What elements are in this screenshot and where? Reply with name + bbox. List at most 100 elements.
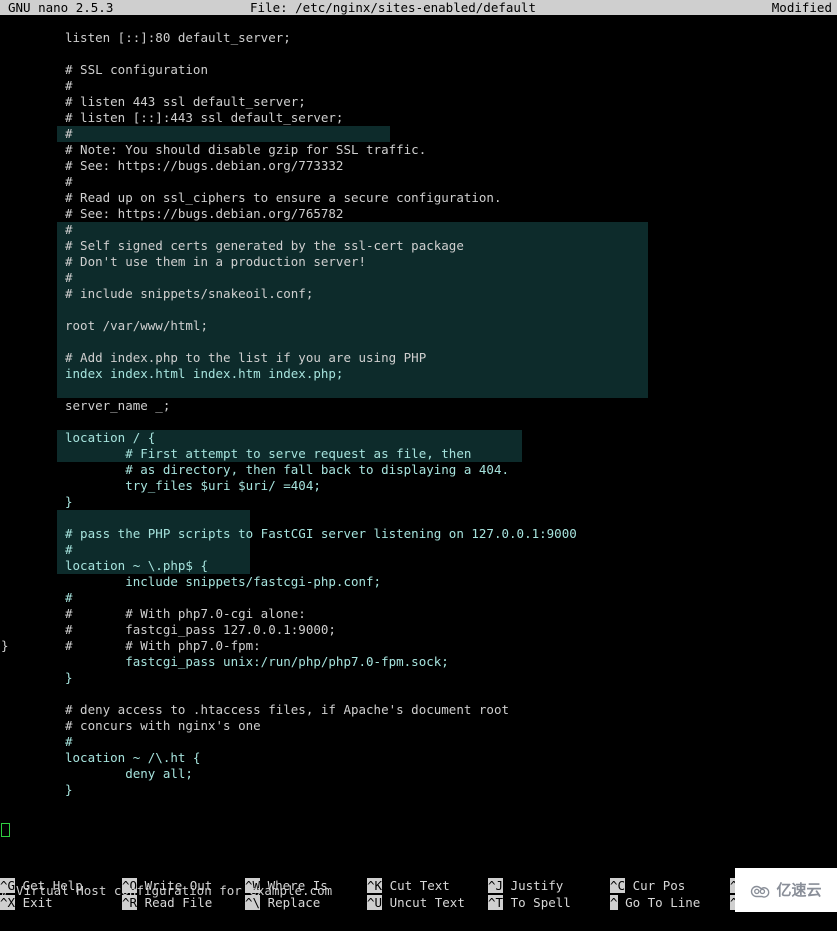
code-line: # listen 443 ssl default_server;	[0, 94, 306, 110]
watermark-badge: 亿速云	[735, 868, 837, 912]
shortcut-item[interactable]: ^K Cut Text	[367, 878, 450, 894]
code-line: #	[0, 126, 73, 142]
code-line-text: # Add index.php to the list if you are u…	[65, 350, 427, 365]
code-line: # as directory, then fall back to displa…	[0, 462, 509, 478]
code-line: include snippets/fastcgi-php.conf;	[0, 574, 381, 590]
code-line: # First attempt to serve request as file…	[0, 446, 471, 462]
code-line-trailing-comment: # Virtual Host configuration for example…	[0, 851, 332, 898]
code-line: #	[0, 734, 73, 750]
code-line: # deny access to .htaccess files, if Apa…	[0, 702, 509, 718]
shortcut-label: Go To Line	[625, 895, 701, 910]
code-line: # fastcgi_pass 127.0.0.1:9000;	[0, 622, 336, 638]
shortcut-label: Cur Pos	[632, 878, 686, 893]
app-version-label: GNU nano 2.5.3	[8, 0, 114, 15]
code-line: # Note: You should disable gzip for SSL …	[0, 142, 426, 158]
code-line-text: }	[1, 638, 9, 653]
code-line-text: #	[65, 126, 73, 141]
code-line: #	[0, 174, 73, 190]
shortcut-gap	[503, 895, 511, 910]
code-line-text: # SSL configuration	[65, 62, 208, 77]
editor-text-area[interactable]: listen [::]:80 default_server; # SSL conf…	[0, 30, 837, 898]
shortcut-item[interactable]: ^ Go To Line	[610, 895, 700, 911]
text-cursor	[1, 823, 10, 837]
code-line: server_name _;	[0, 398, 170, 414]
code-line-text: # # With php7.0-fpm:	[65, 638, 261, 653]
code-line: deny all;	[0, 766, 193, 782]
code-line: }	[0, 782, 73, 798]
shortcut-label: Uncut Text	[389, 895, 465, 910]
code-line: #	[0, 270, 73, 286]
code-line: # pass the PHP scripts to FastCGI server…	[0, 526, 577, 542]
code-line-text: # pass the PHP scripts to FastCGI server…	[65, 526, 577, 541]
code-line-text: # as directory, then fall back to displa…	[65, 462, 510, 477]
code-line-text: #	[65, 590, 73, 605]
code-line: # # With php7.0-cgi alone:	[0, 606, 306, 622]
watermark-text: 亿速云	[776, 881, 822, 899]
shortcut-gap	[503, 878, 511, 893]
code-line-text: # Self signed certs generated by the ssl…	[65, 238, 464, 253]
shortcut-key: ^T	[488, 895, 504, 910]
selection-highlight-index	[57, 126, 390, 142]
code-line: location / {	[0, 430, 155, 446]
code-line-text: # See: https://bugs.debian.org/765782	[65, 206, 344, 221]
code-line: # SSL configuration	[0, 62, 208, 78]
code-line-text: index index.html index.htm index.php;	[65, 366, 344, 381]
code-line: index index.html index.htm index.php;	[0, 366, 343, 382]
code-line-text: # See: https://bugs.debian.org/773332	[65, 158, 344, 173]
code-line: location ~ /\.ht {	[0, 750, 200, 766]
code-line-text: }	[65, 670, 73, 685]
modified-status-label: Modified	[771, 0, 832, 15]
code-line: # Add index.php to the list if you are u…	[0, 350, 426, 366]
code-line-text: fastcgi_pass unix:/run/php/php7.0-fpm.so…	[65, 654, 449, 669]
code-line-text: server_name _;	[65, 398, 171, 413]
code-line: }	[0, 494, 73, 510]
code-line-text: #	[65, 542, 73, 557]
shortcut-item[interactable]: ^C Cur Pos	[610, 878, 685, 894]
code-line: # See: https://bugs.debian.org/765782	[0, 206, 343, 222]
code-line-text: }	[65, 494, 73, 509]
code-line: location ~ \.php$ {	[0, 558, 208, 574]
shortcut-label: Cut Text	[389, 878, 450, 893]
code-line-text: # First attempt to serve request as file…	[65, 446, 472, 461]
code-line-text: location / {	[65, 430, 156, 445]
code-line: try_files $uri $uri/ =404;	[0, 478, 321, 494]
code-line: # include snippets/snakeoil.conf;	[0, 286, 313, 302]
code-line-text: # fastcgi_pass 127.0.0.1:9000;	[65, 622, 336, 637]
nano-title-bar: GNU nano 2.5.3 File: /etc/nginx/sites-en…	[0, 0, 837, 15]
shortcut-item[interactable]: ^U Uncut Text	[367, 895, 465, 911]
file-path-label: File: /etc/nginx/sites-enabled/default	[250, 0, 536, 15]
shortcut-item[interactable]: ^T To Spell	[488, 895, 571, 911]
code-line: #	[0, 78, 73, 94]
code-line-text: location ~ \.php$ {	[65, 558, 208, 573]
code-line-text: # Virtual Host configuration for example…	[1, 883, 333, 898]
shortcut-key: ^J	[488, 878, 504, 893]
code-line: #	[0, 222, 73, 238]
code-line: # Don't use them in a production server!	[0, 254, 366, 270]
code-line-text: #	[65, 174, 73, 189]
code-line-text: # listen [::]:443 ssl default_server;	[65, 110, 344, 125]
shortcut-label: To Spell	[510, 895, 571, 910]
code-line-text: #	[65, 78, 73, 93]
shortcut-gap	[382, 878, 390, 893]
shortcut-item[interactable]: ^J Justify	[488, 878, 563, 894]
shortcut-gap	[382, 895, 390, 910]
code-line-text: }	[65, 782, 73, 797]
code-line: # # With php7.0-fpm:	[0, 638, 261, 654]
code-line: fastcgi_pass unix:/run/php/php7.0-fpm.so…	[0, 654, 449, 670]
code-line: # Self signed certs generated by the ssl…	[0, 238, 464, 254]
code-line: #	[0, 590, 73, 606]
code-line-text: # include snippets/snakeoil.conf;	[65, 286, 314, 301]
code-line: #	[0, 542, 73, 558]
shortcut-gap	[618, 895, 626, 910]
code-line-text: include snippets/fastcgi-php.conf;	[65, 574, 382, 589]
code-line-text: #	[65, 222, 73, 237]
code-line-text: # concurs with nginx's one	[65, 718, 261, 733]
shortcut-label: Justify	[510, 878, 564, 893]
code-line-text: #	[65, 734, 73, 749]
